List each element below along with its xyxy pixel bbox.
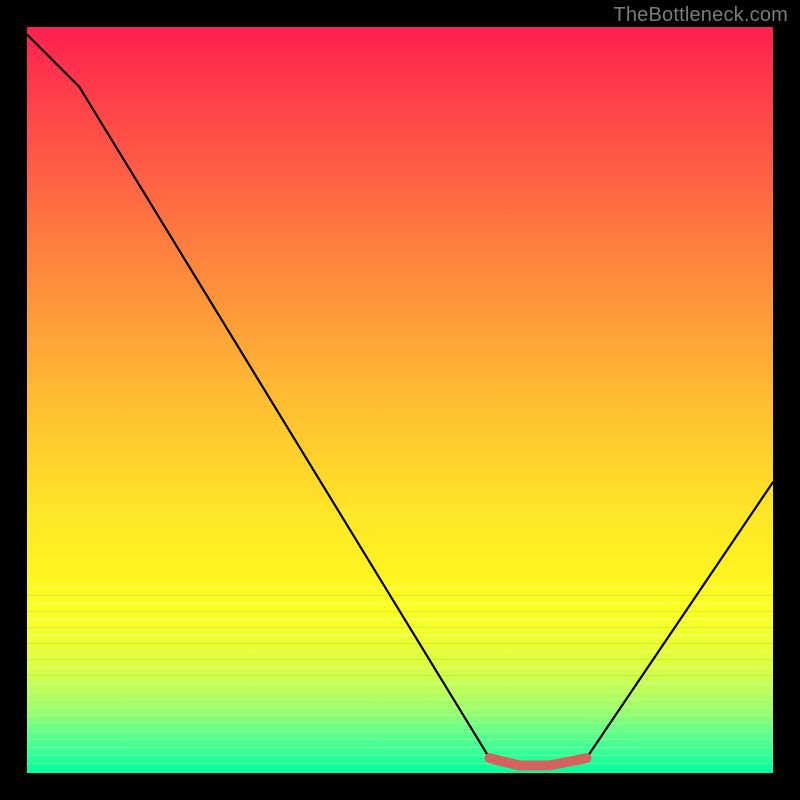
chart-container: TheBottleneck.com <box>0 0 800 800</box>
bottom-highlight-path <box>490 758 587 765</box>
plot-area <box>27 27 773 773</box>
main-curve-path <box>27 35 773 766</box>
line-chart-svg <box>27 27 773 773</box>
watermark-label: TheBottleneck.com <box>613 4 788 27</box>
